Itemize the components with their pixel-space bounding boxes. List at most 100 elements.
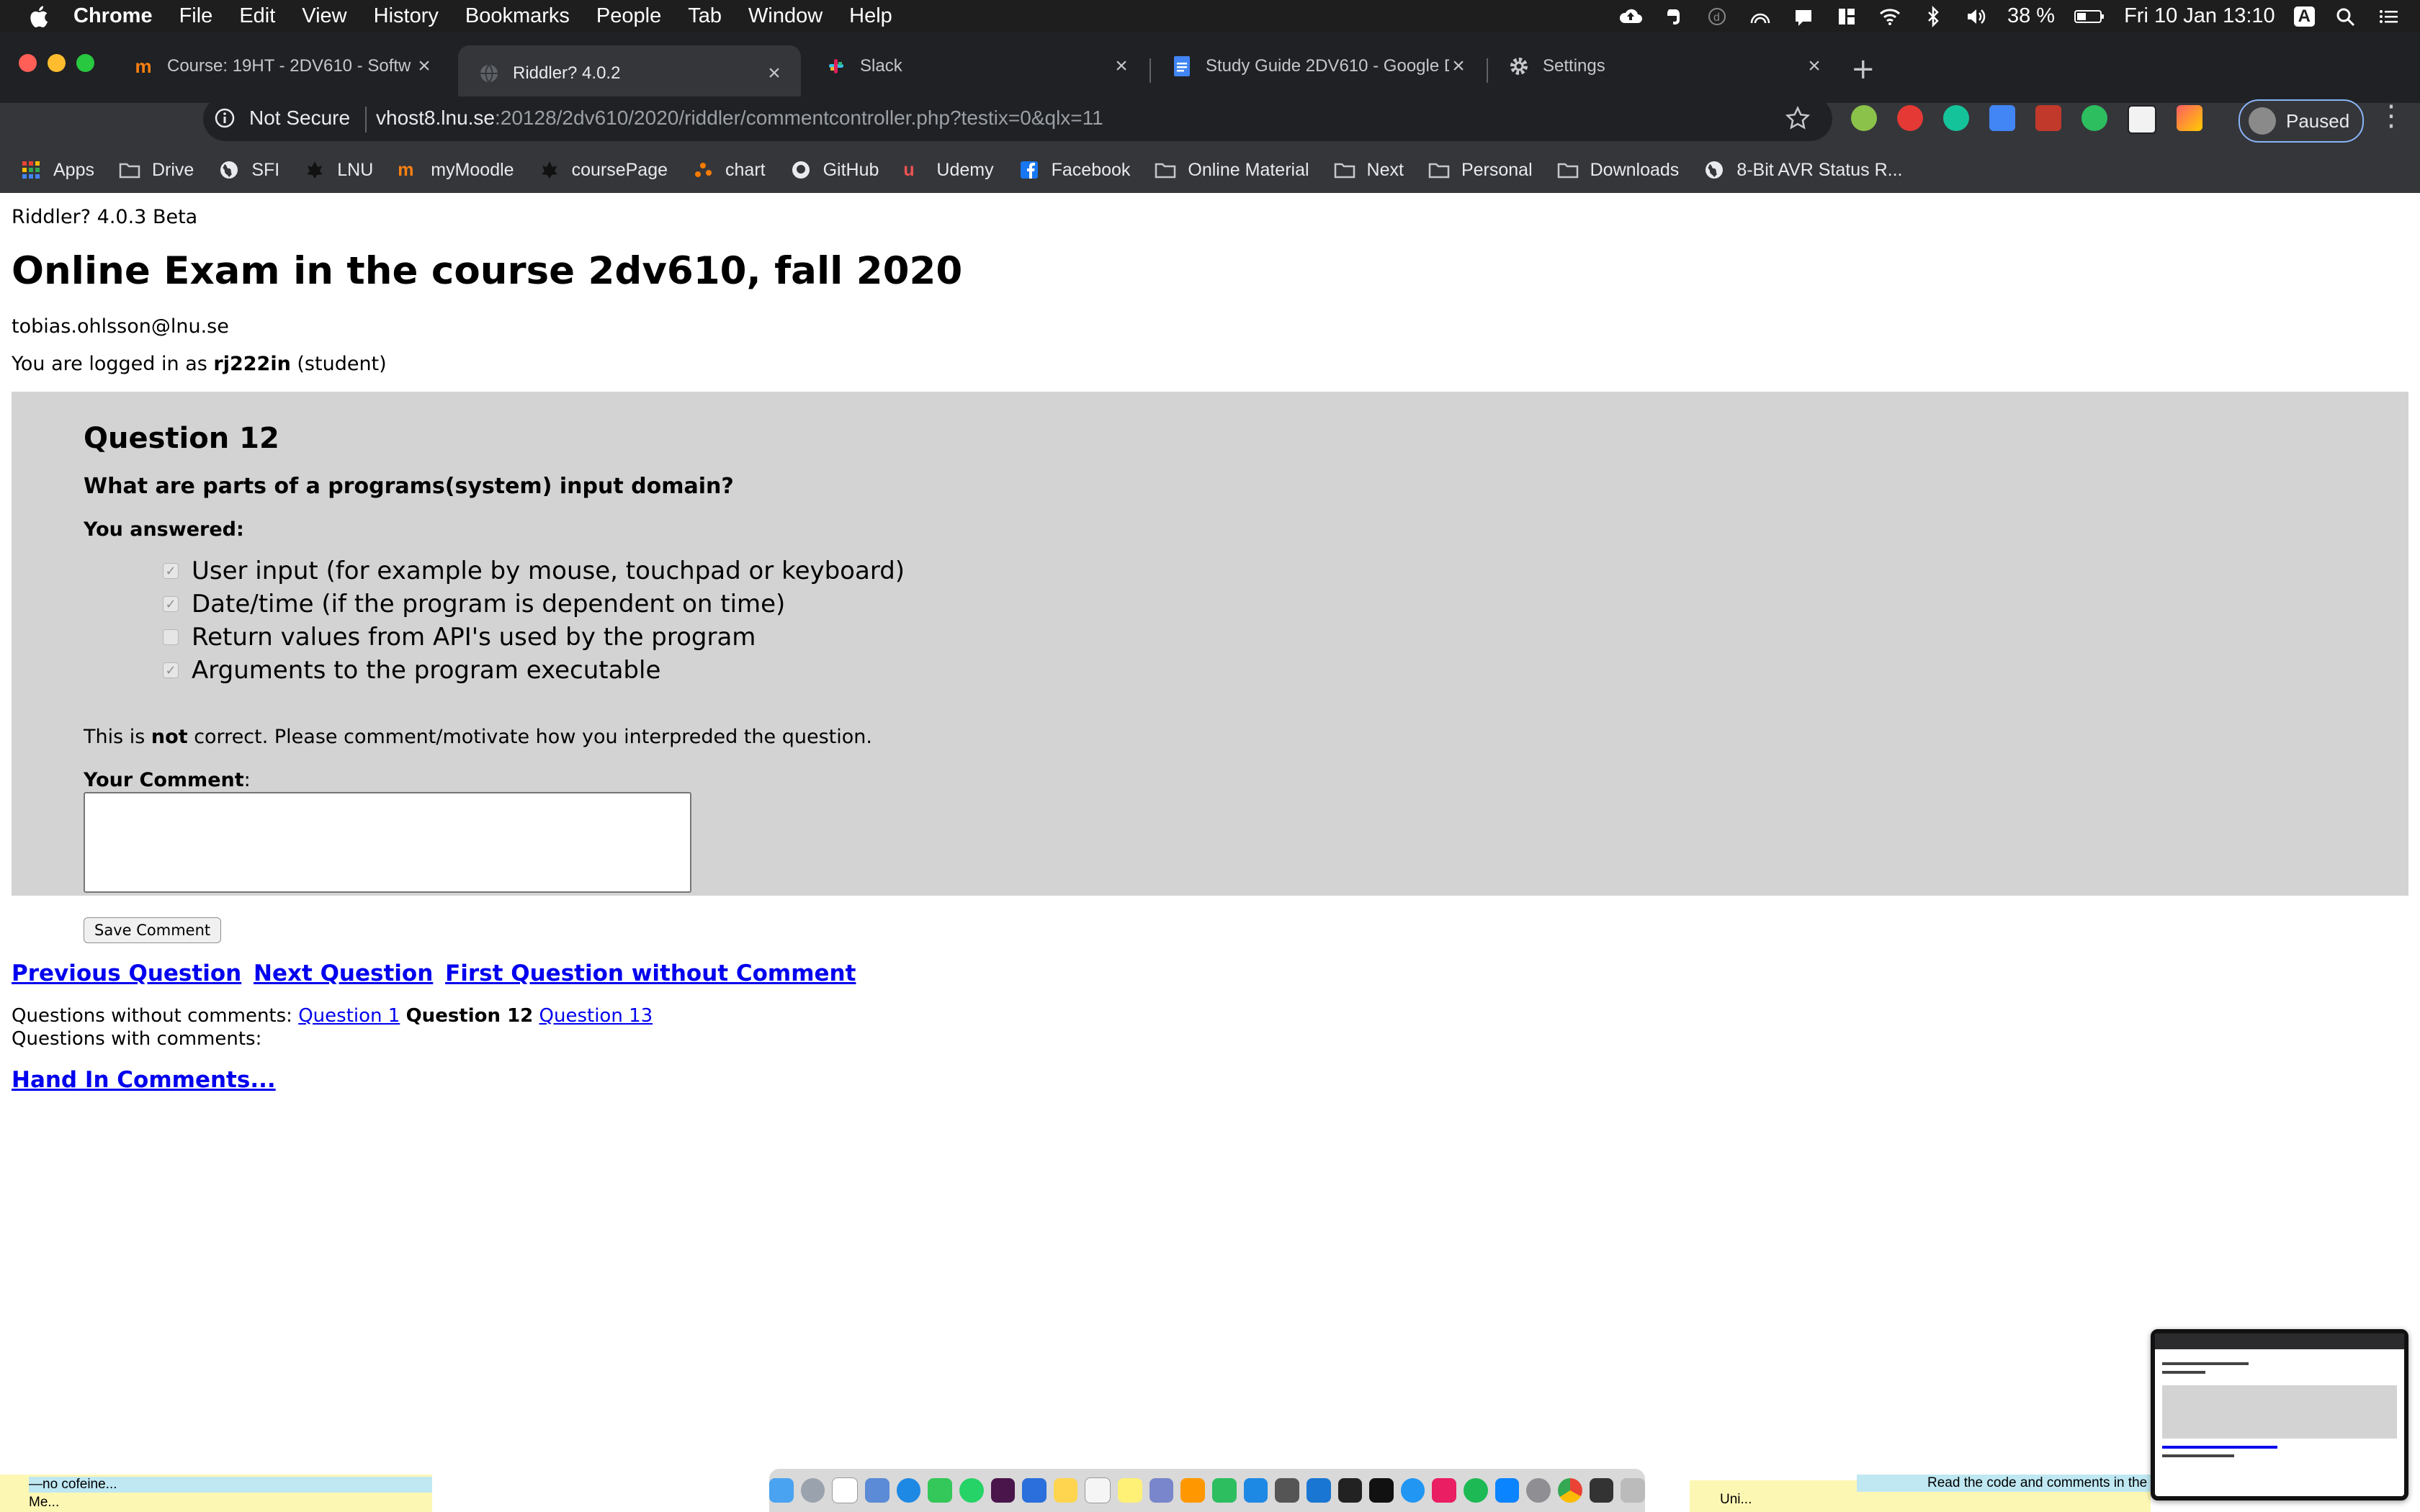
- hand-in-comments-link[interactable]: Hand In Comments...: [12, 1067, 276, 1093]
- messages-icon[interactable]: [928, 1478, 952, 1503]
- menu-help[interactable]: Help: [849, 4, 892, 28]
- app-store-icon[interactable]: [1494, 1478, 1520, 1503]
- more-menu-icon[interactable]: ⋮: [2377, 102, 2406, 134]
- sticky-note[interactable]: —no cofeine... Me...: [0, 1475, 432, 1512]
- activity-monitor-icon[interactable]: [1337, 1478, 1363, 1503]
- bookmark-coursepage[interactable]: coursePage: [539, 160, 668, 181]
- volume-icon[interactable]: [1964, 6, 1989, 27]
- menu-edit[interactable]: Edit: [239, 4, 275, 28]
- xcode-icon[interactable]: [1306, 1478, 1331, 1503]
- tab-course[interactable]: m Course: 19HT - 2DV610 - Softw ×: [112, 42, 451, 90]
- messenger-icon[interactable]: [896, 1478, 921, 1503]
- onedrive-icon[interactable]: [1022, 1478, 1047, 1503]
- layout-icon[interactable]: [1834, 6, 1859, 27]
- calendar-icon[interactable]: [832, 1477, 858, 1503]
- bookmark-udemy[interactable]: u Udemy: [903, 160, 993, 181]
- bookmark-avr-status[interactable]: 8-Bit AVR Status R...: [1703, 160, 1903, 181]
- bookmark-facebook[interactable]: Facebook: [1018, 160, 1130, 181]
- security-status[interactable]: Not Secure: [249, 107, 350, 130]
- reader-extension-icon[interactable]: [2035, 105, 2061, 131]
- bookmark-sfi[interactable]: SFI: [218, 160, 279, 181]
- question-13-link[interactable]: Question 13: [539, 1005, 653, 1027]
- first-without-comment-link[interactable]: First Question without Comment: [445, 960, 856, 986]
- tab-riddler[interactable]: Riddler? 4.0.2 ×: [458, 45, 801, 102]
- wifi-icon[interactable]: [1878, 6, 1902, 27]
- bookmark-mymoodle[interactable]: m myMoodle: [398, 160, 514, 181]
- stickies-icon[interactable]: [1118, 1478, 1142, 1503]
- close-tab-icon[interactable]: ×: [1112, 55, 1131, 77]
- evernote-extension-icon[interactable]: [2081, 105, 2107, 131]
- w-extension-icon[interactable]: [2177, 105, 2202, 131]
- control-center-icon[interactable]: [2377, 6, 2401, 27]
- evernote-icon[interactable]: [1212, 1478, 1237, 1503]
- grammarly-extension-icon[interactable]: [1943, 105, 1969, 131]
- question-1-link[interactable]: Question 1: [298, 1005, 400, 1027]
- spotify-icon[interactable]: [1464, 1478, 1488, 1503]
- bookmark-downloads[interactable]: Downloads: [1557, 160, 1679, 181]
- menu-bar-clock[interactable]: Fri 10 Jan 13:10: [2124, 4, 2275, 28]
- trash-icon[interactable]: [1621, 1478, 1645, 1503]
- preview-icon[interactable]: [864, 1478, 889, 1503]
- slack-icon[interactable]: [990, 1478, 1016, 1503]
- system-preferences-icon[interactable]: [1526, 1478, 1551, 1503]
- apple-icon[interactable]: [27, 4, 49, 29]
- notion-extension-icon[interactable]: [2128, 105, 2156, 134]
- sublime-icon[interactable]: [1275, 1478, 1299, 1503]
- photos-icon[interactable]: [1149, 1478, 1174, 1503]
- bookmark-apps[interactable]: Apps: [20, 160, 94, 181]
- next-question-link[interactable]: Next Question: [254, 960, 433, 986]
- menu-app-chrome[interactable]: Chrome: [73, 4, 153, 28]
- cloud-upload-icon[interactable]: [1618, 6, 1643, 27]
- bookmark-next[interactable]: Next: [1334, 160, 1404, 181]
- close-tab-icon[interactable]: ×: [1449, 55, 1468, 77]
- menu-history[interactable]: History: [374, 4, 439, 28]
- battery-icon[interactable]: [2074, 6, 2105, 27]
- menu-people[interactable]: People: [596, 4, 661, 28]
- menu-file[interactable]: File: [179, 4, 213, 28]
- activity-icon[interactable]: [1748, 6, 1773, 27]
- translate-extension-icon[interactable]: [1989, 105, 2015, 131]
- notes-icon[interactable]: [1053, 1478, 1078, 1503]
- spotlight-search-icon[interactable]: [2334, 6, 2358, 27]
- terminal-icon[interactable]: [1369, 1478, 1394, 1503]
- comment-textarea[interactable]: [84, 792, 691, 893]
- menu-window[interactable]: Window: [748, 4, 823, 28]
- whatsapp-icon[interactable]: [959, 1478, 984, 1503]
- bookmark-lnu[interactable]: LNU: [304, 160, 373, 181]
- close-tab-icon[interactable]: ×: [1805, 55, 1824, 77]
- safari-icon[interactable]: [1400, 1478, 1425, 1503]
- tab-slack[interactable]: Slack ×: [805, 42, 1148, 90]
- window-close-button[interactable]: [19, 54, 37, 72]
- close-tab-icon[interactable]: ×: [415, 55, 434, 77]
- info-icon[interactable]: [213, 107, 236, 130]
- bookmark-github[interactable]: GitHub: [790, 160, 879, 181]
- bookmark-personal[interactable]: Personal: [1428, 160, 1533, 181]
- books-icon[interactable]: [1180, 1478, 1205, 1503]
- finder-icon[interactable]: [769, 1478, 794, 1503]
- menu-bookmarks[interactable]: Bookmarks: [465, 4, 570, 28]
- window-minimize-button[interactable]: [48, 54, 66, 72]
- vscode-icon[interactable]: [1243, 1478, 1268, 1503]
- bookmark-star-icon[interactable]: [1785, 105, 1811, 131]
- profile-button[interactable]: Paused: [2238, 99, 2364, 143]
- previous-question-link[interactable]: Previous Question: [12, 960, 241, 986]
- address-bar[interactable]: Not Secure vhost8.lnu.se:20128/2dv610/20…: [203, 96, 1832, 141]
- tab-study-guide[interactable]: Study Guide 2DV610 - Google D ×: [1151, 42, 1485, 90]
- save-comment-button[interactable]: Save Comment: [84, 917, 222, 943]
- bluetooth-icon[interactable]: [1921, 5, 1945, 27]
- photo-booth-icon[interactable]: [1432, 1478, 1457, 1503]
- adblock-extension-icon[interactable]: [1897, 105, 1923, 131]
- check-extension-icon[interactable]: [1851, 105, 1877, 131]
- notification-icon[interactable]: [1791, 6, 1816, 27]
- downloads-stack-icon[interactable]: [1589, 1478, 1614, 1503]
- launchpad-icon[interactable]: [800, 1478, 825, 1503]
- textedit-icon[interactable]: [1085, 1477, 1111, 1503]
- evernote-icon[interactable]: [1662, 6, 1686, 27]
- close-tab-icon[interactable]: ×: [765, 63, 784, 84]
- bookmark-chart[interactable]: chart: [692, 160, 766, 181]
- url-text[interactable]: vhost8.lnu.se:20128/2dv610/2020/riddler/…: [376, 107, 1103, 130]
- new-tab-icon[interactable]: +: [1851, 53, 1876, 86]
- window-zoom-button[interactable]: [76, 54, 94, 72]
- tab-settings[interactable]: Settings ×: [1488, 42, 1841, 90]
- bookmark-online-material[interactable]: Online Material: [1155, 160, 1309, 181]
